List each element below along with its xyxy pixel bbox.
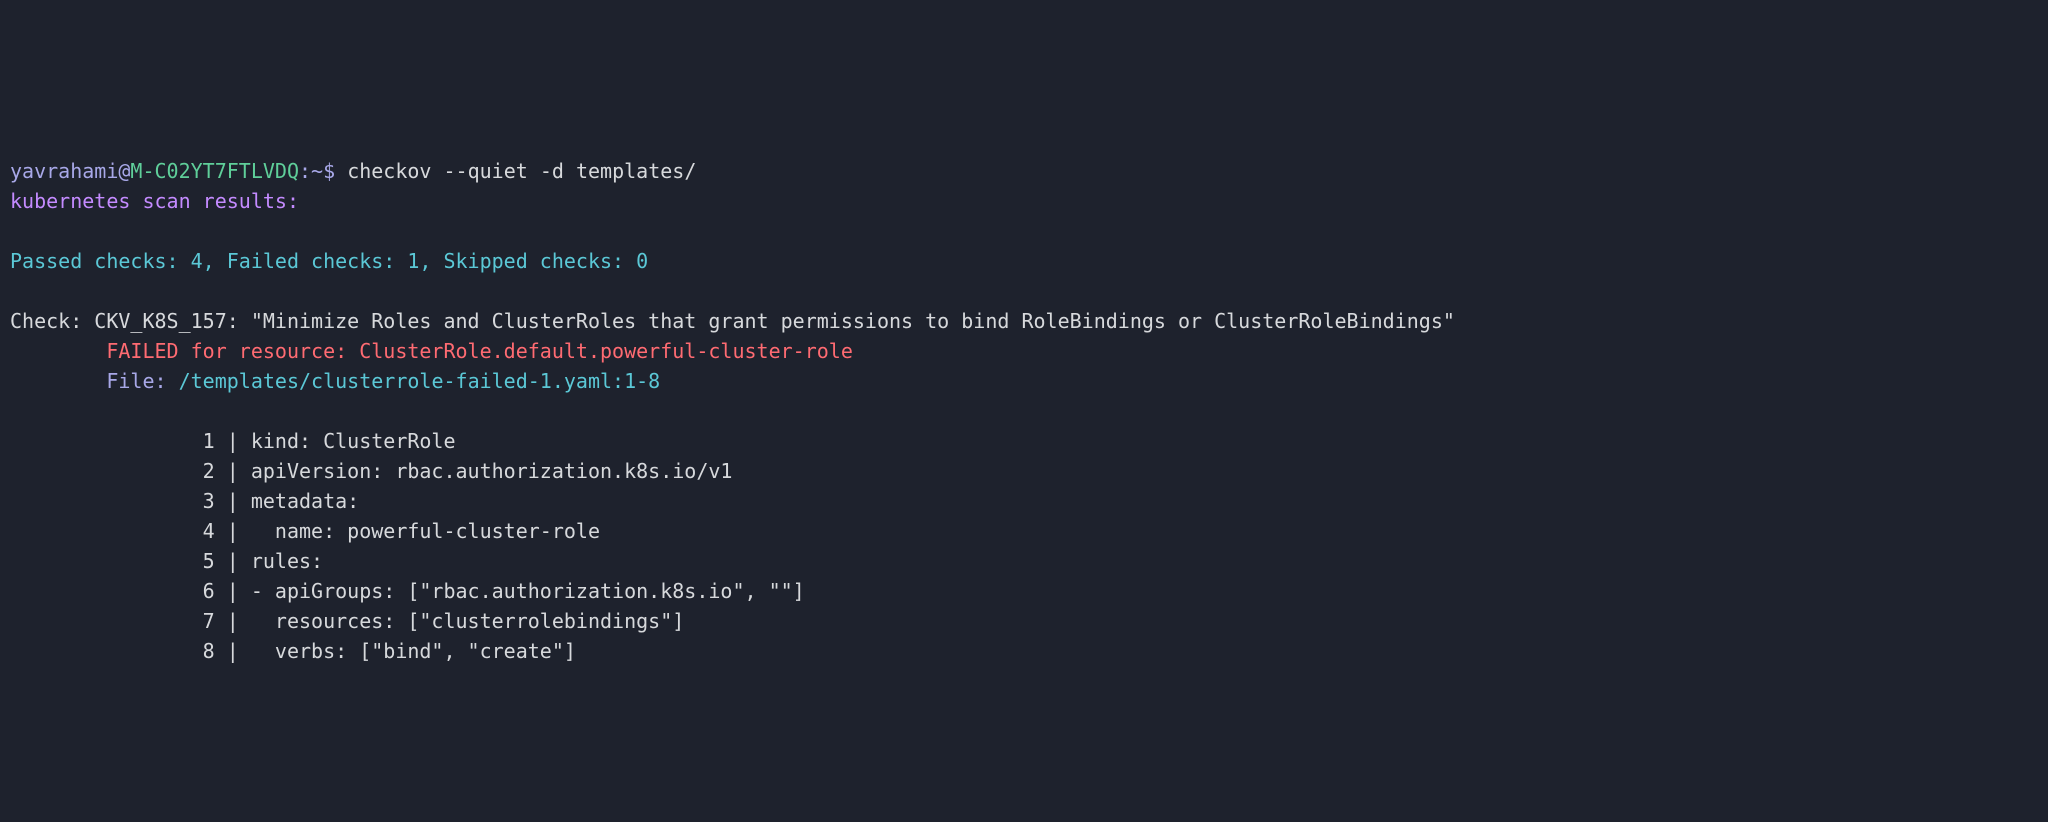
prompt-host: M-C02YT7FTLVDQ [130, 159, 299, 183]
prompt-user: yavrahami [10, 159, 118, 183]
terminal[interactable]: yavrahami@M-C02YT7FTLVDQ:~$ checkov --qu… [0, 150, 2048, 672]
code-line-3: 3 | metadata: [10, 489, 359, 513]
check-line: Check: CKV_K8S_157: "Minimize Roles and … [10, 309, 1455, 333]
code-line-4: 4 | name: powerful-cluster-role [10, 519, 600, 543]
code-line-2: 2 | apiVersion: rbac.authorization.k8s.i… [10, 459, 732, 483]
scan-heading: kubernetes scan results: [10, 189, 299, 213]
code-line-5: 5 | rules: [10, 549, 323, 573]
prompt-at: @ [118, 159, 130, 183]
code-line-8: 8 | verbs: ["bind", "create"] [10, 639, 576, 663]
summary-line: Passed checks: 4, Failed checks: 1, Skip… [10, 249, 648, 273]
code-line-7: 7 | resources: ["clusterrolebindings"] [10, 609, 684, 633]
prompt-dollar: $ [323, 159, 347, 183]
command-text: checkov --quiet -d templates/ [347, 159, 696, 183]
prompt-colon: : [299, 159, 311, 183]
code-line-1: 1 | kind: ClusterRole [10, 429, 456, 453]
code-line-6: 6 | - apiGroups: ["rbac.authorization.k8… [10, 579, 805, 603]
file-value: /templates/clusterrole-failed-1.yaml:1-8 [179, 369, 661, 393]
file-label: File: [10, 369, 179, 393]
failed-line: FAILED for resource: ClusterRole.default… [10, 339, 853, 363]
prompt-path: ~ [311, 159, 323, 183]
